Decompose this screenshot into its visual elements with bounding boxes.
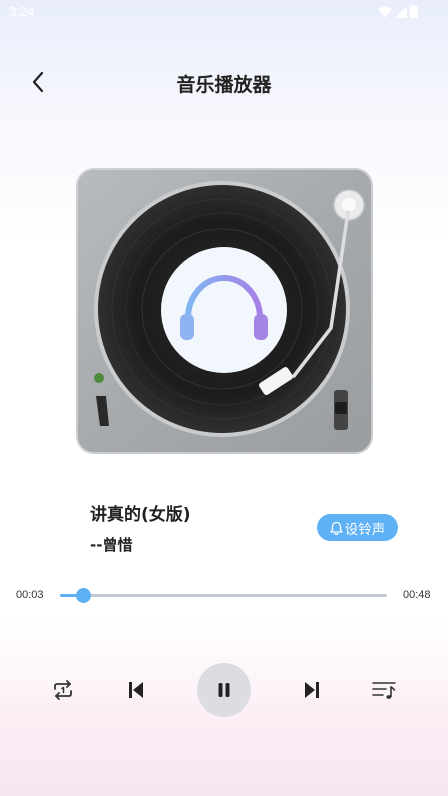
record-label bbox=[161, 247, 287, 373]
bell-icon bbox=[330, 521, 343, 535]
progress-slider[interactable] bbox=[60, 588, 387, 603]
previous-track-button[interactable] bbox=[122, 676, 150, 704]
total-time: 00:48 bbox=[403, 589, 431, 601]
wifi-icon bbox=[378, 6, 392, 17]
turntable-artwork bbox=[76, 168, 373, 454]
pause-button[interactable] bbox=[197, 663, 251, 717]
current-time: 00:03 bbox=[16, 589, 44, 601]
set-ringtone-label: 设铃声 bbox=[344, 521, 386, 538]
battery-icon bbox=[410, 5, 418, 18]
progress-thumb[interactable] bbox=[75, 588, 91, 603]
top-bar: 音乐播放器 bbox=[0, 58, 448, 102]
song-title: 讲真的(女版) bbox=[90, 505, 191, 525]
playlist-icon bbox=[372, 682, 396, 699]
skip-previous-icon bbox=[129, 682, 143, 698]
skip-next-icon bbox=[305, 682, 319, 698]
pause-icon bbox=[218, 683, 230, 697]
set-ringtone-button[interactable]: 设铃声 bbox=[317, 514, 398, 541]
repeat-icon bbox=[54, 680, 72, 700]
repeat-button[interactable] bbox=[48, 676, 78, 704]
status-icons bbox=[378, 5, 418, 18]
playlist-button[interactable] bbox=[370, 676, 398, 704]
page-title: 音乐播放器 bbox=[176, 74, 272, 96]
signal-icon bbox=[395, 5, 407, 18]
status-time: 3:24 bbox=[9, 4, 35, 19]
song-artist: --曾惜 bbox=[90, 536, 133, 554]
status-bar: 3:24 bbox=[0, 0, 448, 26]
next-track-button[interactable] bbox=[298, 676, 326, 704]
playback-controls bbox=[0, 662, 448, 718]
